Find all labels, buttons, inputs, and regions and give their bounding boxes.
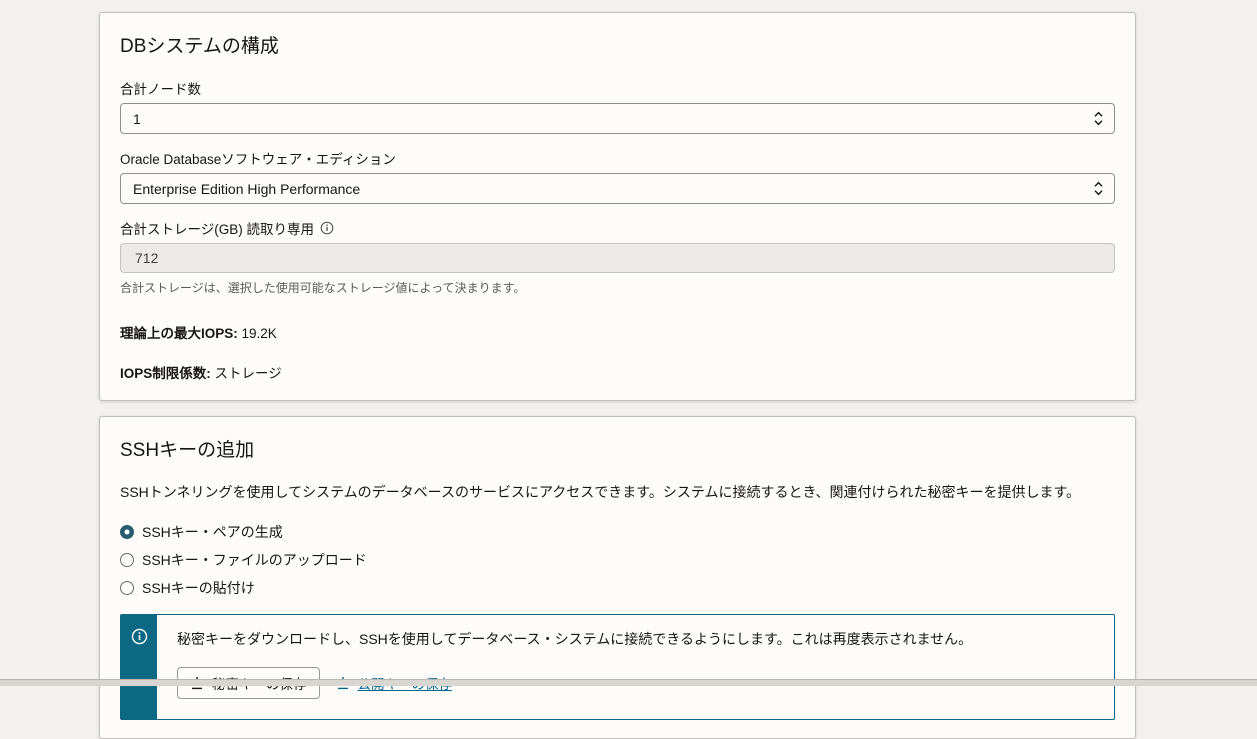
ssh-key-title: SSHキーの追加 [120, 435, 1115, 462]
iops-factor-label: IOPS制限係数: [120, 366, 211, 381]
info-banner-message: 秘密キーをダウンロードし、SSHを使用してデータベース・システムに接続できるよう… [177, 629, 1094, 649]
edition-label: Oracle Databaseソフトウェア・エディション [120, 148, 1115, 168]
radio-label: SSHキーの貼付け [142, 578, 255, 598]
max-iops-label: 理論上の最大IOPS: [120, 326, 238, 341]
edition-value: Enterprise Edition High Performance [133, 181, 360, 197]
info-banner: 秘密キーをダウンロードし、SSHを使用してデータベース・システムに接続できるよう… [120, 614, 1115, 720]
stepper-icon [1093, 110, 1104, 127]
node-count-label: 合計ノード数 [120, 78, 1115, 98]
iops-factor-row: IOPS制限係数: ストレージ [120, 362, 1115, 382]
radio-button[interactable] [120, 581, 134, 595]
radio-upload-ssh-key-file[interactable]: SSHキー・ファイルのアップロード [120, 550, 1115, 570]
radio-label: SSHキー・ファイルのアップロード [142, 550, 367, 570]
node-count-value: 1 [133, 111, 141, 127]
bottom-bar [0, 679, 1257, 686]
info-banner-body: 秘密キーをダウンロードし、SSHを使用してデータベース・システムに接続できるよう… [157, 615, 1114, 719]
storage-field: 合計ストレージ(GB) 読取り専用 712 合計ストレージは、選択した使用可能な… [120, 218, 1115, 296]
radio-label: SSHキー・ペアの生成 [142, 522, 283, 542]
max-iops-value: 19.2K [242, 326, 277, 341]
ssh-key-panel: SSHキーの追加 SSHトンネリングを使用してシステムのデータベースのサービスに… [99, 416, 1136, 739]
db-config-panel: DBシステムの構成 合計ノード数 1 Oracle Databaseソフトウェア… [99, 12, 1136, 401]
radio-button[interactable] [120, 553, 134, 567]
storage-input: 712 [120, 243, 1115, 273]
content-area: DBシステムの構成 合計ノード数 1 Oracle Databaseソフトウェア… [0, 0, 1136, 739]
radio-button-selected[interactable] [120, 525, 134, 539]
radio-generate-ssh-key-pair[interactable]: SSHキー・ペアの生成 [120, 522, 1115, 542]
max-iops-row: 理論上の最大IOPS: 19.2K [120, 322, 1115, 342]
stepper-icon [1093, 180, 1104, 197]
info-icon[interactable] [320, 221, 334, 235]
edition-field: Oracle Databaseソフトウェア・エディション Enterprise … [120, 148, 1115, 204]
storage-value: 712 [135, 250, 158, 266]
node-count-field: 合計ノード数 1 [120, 78, 1115, 134]
db-config-title: DBシステムの構成 [120, 31, 1115, 58]
ssh-key-description: SSHトンネリングを使用してシステムのデータベースのサービスにアクセスできます。… [120, 482, 1115, 502]
radio-paste-ssh-key[interactable]: SSHキーの貼付け [120, 578, 1115, 598]
iops-factor-value: ストレージ [215, 366, 282, 381]
edition-select[interactable]: Enterprise Edition High Performance [120, 173, 1115, 204]
info-banner-strip [121, 615, 157, 719]
storage-label: 合計ストレージ(GB) 読取り専用 [120, 218, 314, 238]
info-circle-icon [131, 628, 148, 719]
node-count-select[interactable]: 1 [120, 103, 1115, 134]
storage-helper-text: 合計ストレージは、選択した使用可能なストレージ値によって決まります。 [120, 279, 1115, 296]
ssh-key-radio-group: SSHキー・ペアの生成 SSHキー・ファイルのアップロード SSHキーの貼付け [120, 522, 1115, 598]
